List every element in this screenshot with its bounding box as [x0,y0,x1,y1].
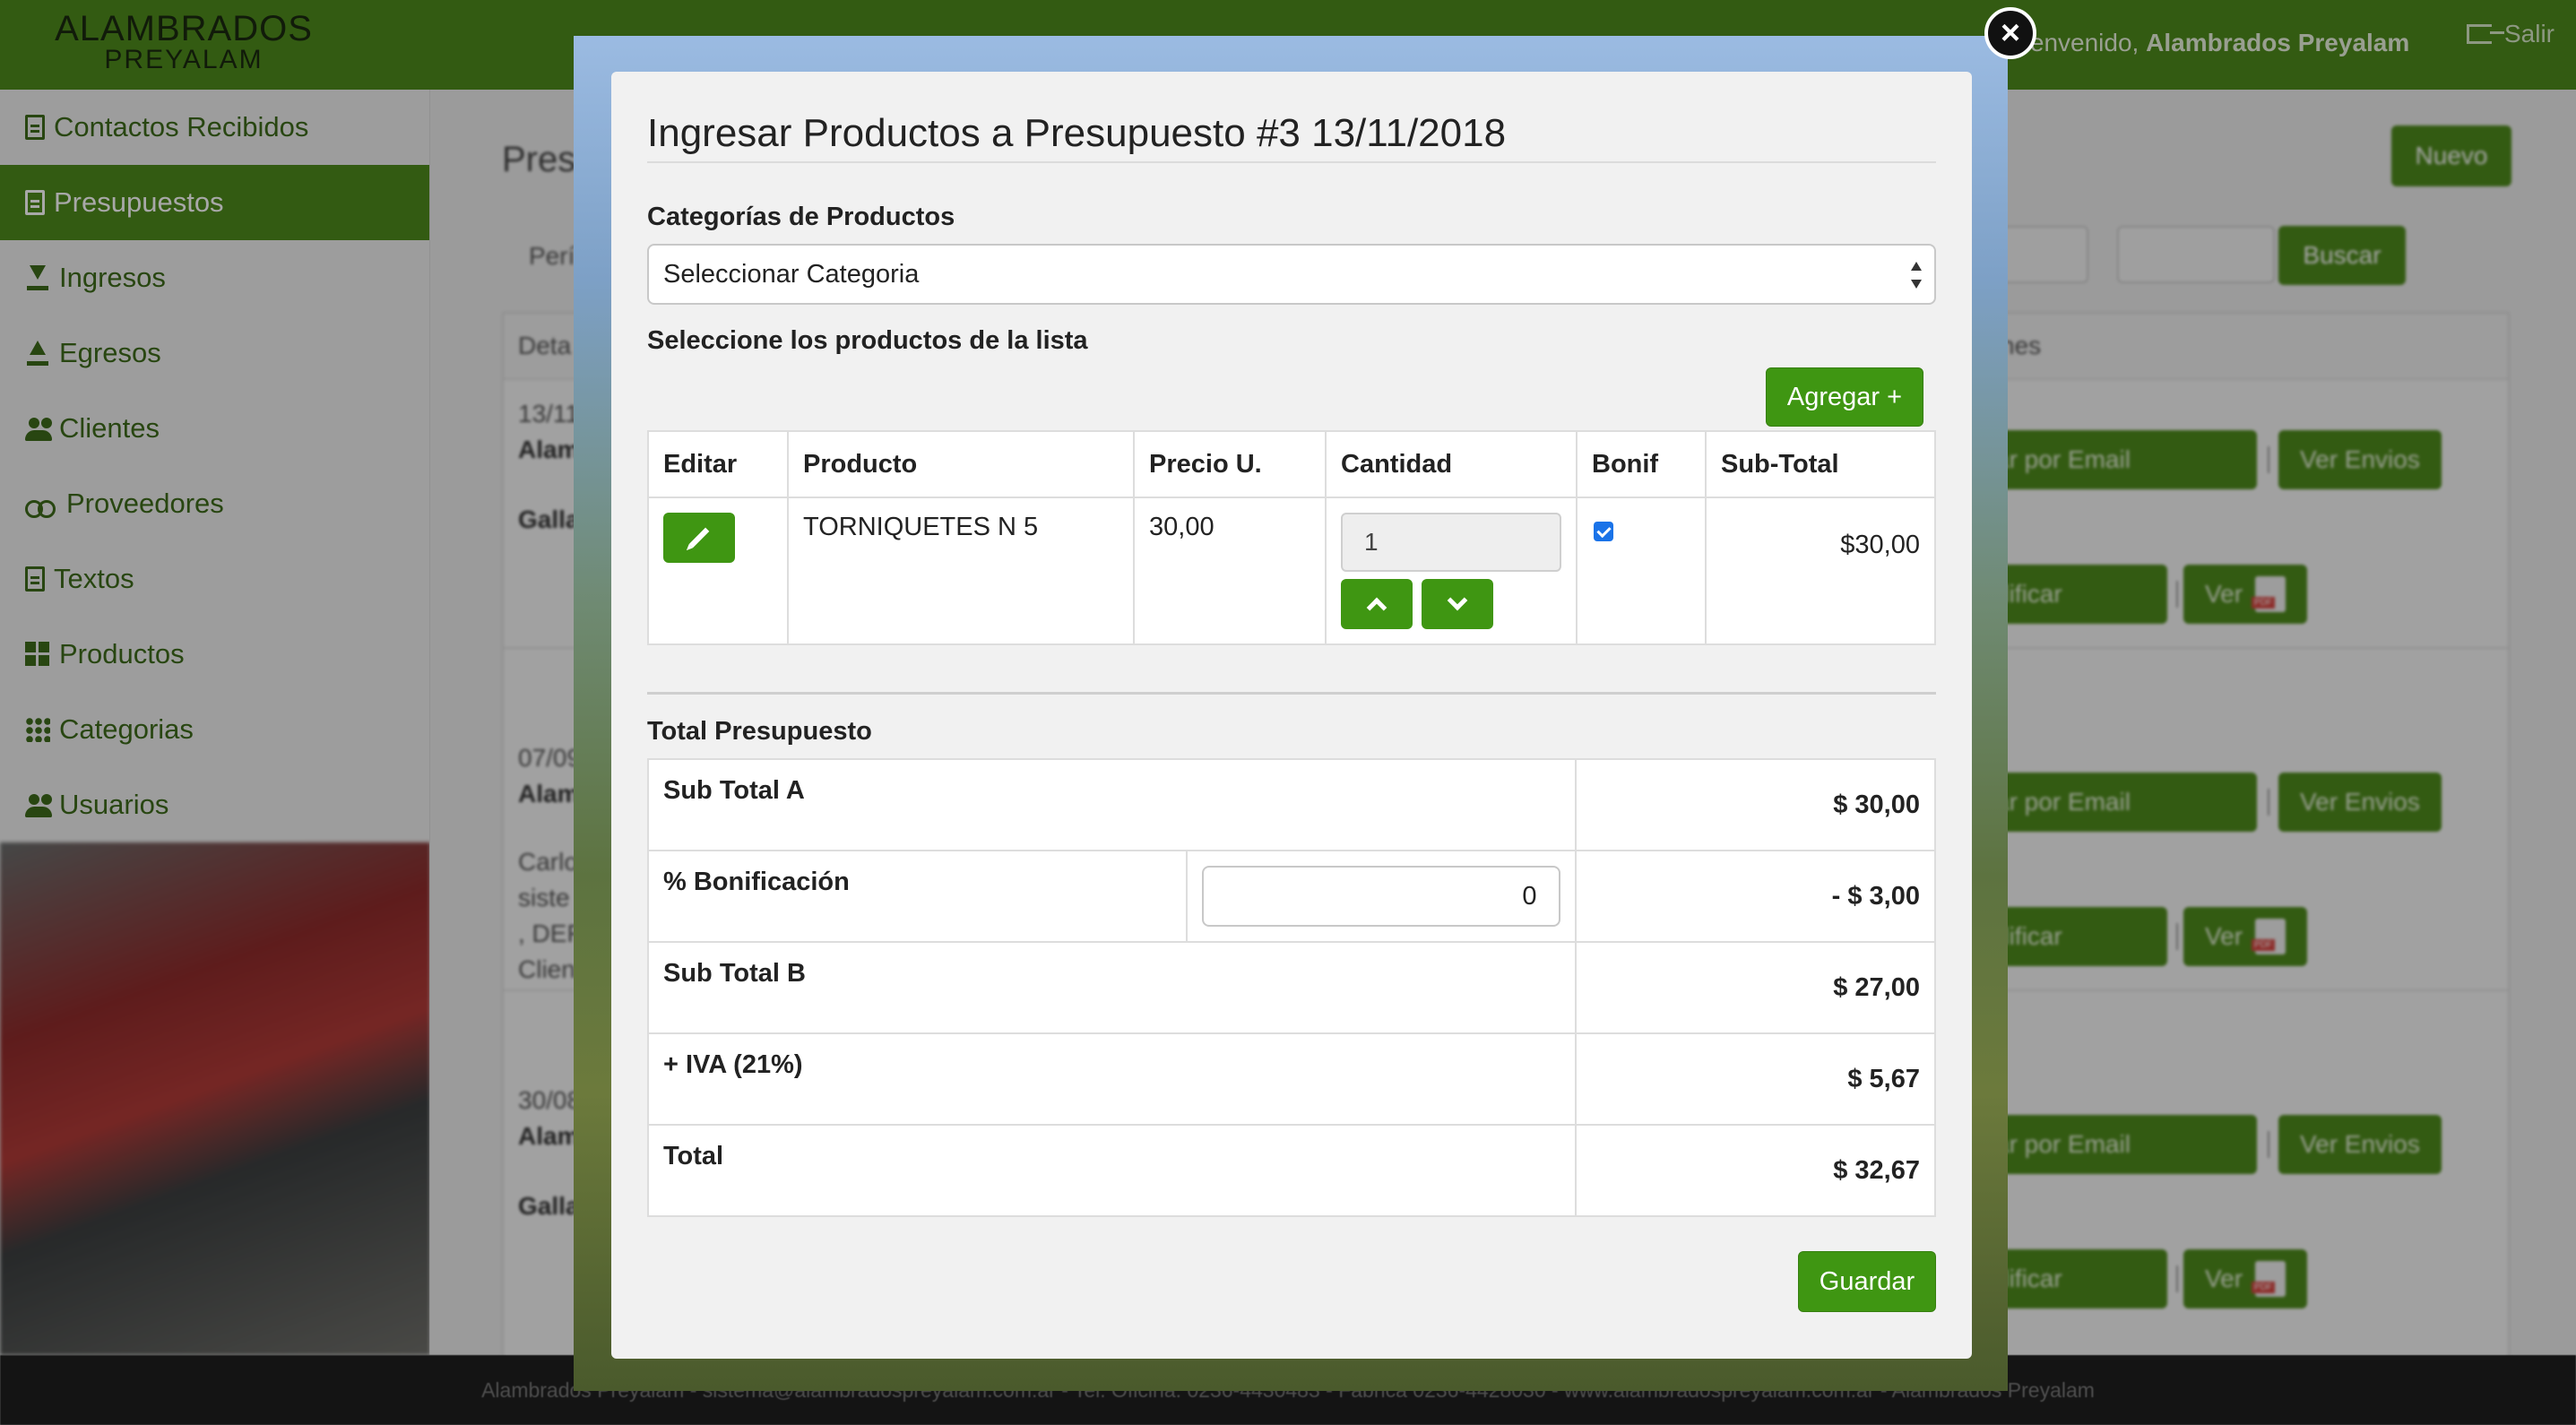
products-table: Editar Producto Precio U. Cantidad Bonif… [647,430,1936,645]
totals-row: Sub Total A $ 30,00 [647,758,1937,851]
table-row: TORNIQUETES N 5 30,00 1 $30,00 [647,497,1936,645]
column-precio: Precio U. [1133,430,1327,498]
totals-row: Sub Total B $ 27,00 [647,941,1937,1034]
edit-button[interactable] [663,513,735,563]
close-modal-button[interactable]: × [1984,7,2036,59]
totals-row: + IVA (21%) $ 5,67 [647,1032,1937,1126]
totals-label: Total Presupuesto [647,717,872,746]
add-product-button[interactable]: Agregar + [1766,367,1923,427]
subtotal-a-value: $ 30,00 [1574,758,1937,851]
bonificacion-value: - $ 3,00 [1574,850,1937,943]
row-subtotal: $30,00 [1705,497,1936,645]
totals-table: Sub Total A $ 30,00 % Bonificación 0 - $… [647,758,1937,1217]
modal-title: Ingresar Productos a Presupuesto #3 13/1… [647,111,1507,155]
column-cantidad: Cantidad [1325,430,1578,498]
decrement-button[interactable] [1422,579,1493,629]
category-select[interactable]: Seleccionar Categoria [647,244,1936,305]
column-subtotal: Sub-Total [1705,430,1936,498]
bonif-checkbox[interactable] [1594,522,1613,541]
totals-row: Total $ 32,67 [647,1124,1937,1217]
quantity-cell: 1 [1325,497,1578,645]
close-icon: × [2000,13,2021,52]
select-products-label: Seleccione los productos de la lista [647,326,1088,355]
subtotal-b-value: $ 27,00 [1574,941,1937,1034]
unit-price: 30,00 [1133,497,1327,645]
iva-label: + IVA (21%) [647,1032,1577,1126]
subtotal-a-label: Sub Total A [647,758,1577,851]
total-label: Total [647,1124,1577,1217]
subtotal-b-label: Sub Total B [647,941,1577,1034]
table-header-row: Editar Producto Precio U. Cantidad Bonif… [647,430,1936,498]
section-divider [647,692,1936,695]
categories-label: Categorías de Productos [647,203,955,231]
add-products-modal: Ingresar Productos a Presupuesto #3 13/1… [611,72,1972,1359]
bonif-cell [1576,497,1707,645]
select-arrows-icon [1911,262,1922,289]
column-producto: Producto [787,430,1135,498]
chevron-down-icon [1447,590,1468,611]
iva-value: $ 5,67 [1574,1032,1937,1126]
column-editar: Editar [647,430,789,498]
bonificacion-input-value: 0 [1522,881,1537,911]
quantity-input[interactable]: 1 [1341,513,1561,572]
bonificacion-input[interactable]: 0 [1201,866,1560,927]
totals-row: % Bonificación 0 - $ 3,00 [647,850,1937,943]
bonificacion-label: % Bonificación [647,850,1188,943]
title-divider [647,161,1936,163]
edit-cell [647,497,789,645]
product-name: TORNIQUETES N 5 [787,497,1135,645]
total-value: $ 32,67 [1574,1124,1937,1217]
quantity-stepper [1341,579,1561,629]
save-button[interactable]: Guardar [1798,1251,1936,1312]
quantity-value: 1 [1364,528,1379,556]
pencil-icon [688,527,710,548]
category-select-value: Seleccionar Categoria [663,259,920,289]
chevron-up-icon [1366,597,1387,618]
bonificacion-input-cell: 0 [1185,850,1577,943]
column-bonif: Bonif [1576,430,1707,498]
increment-button[interactable] [1341,579,1413,629]
